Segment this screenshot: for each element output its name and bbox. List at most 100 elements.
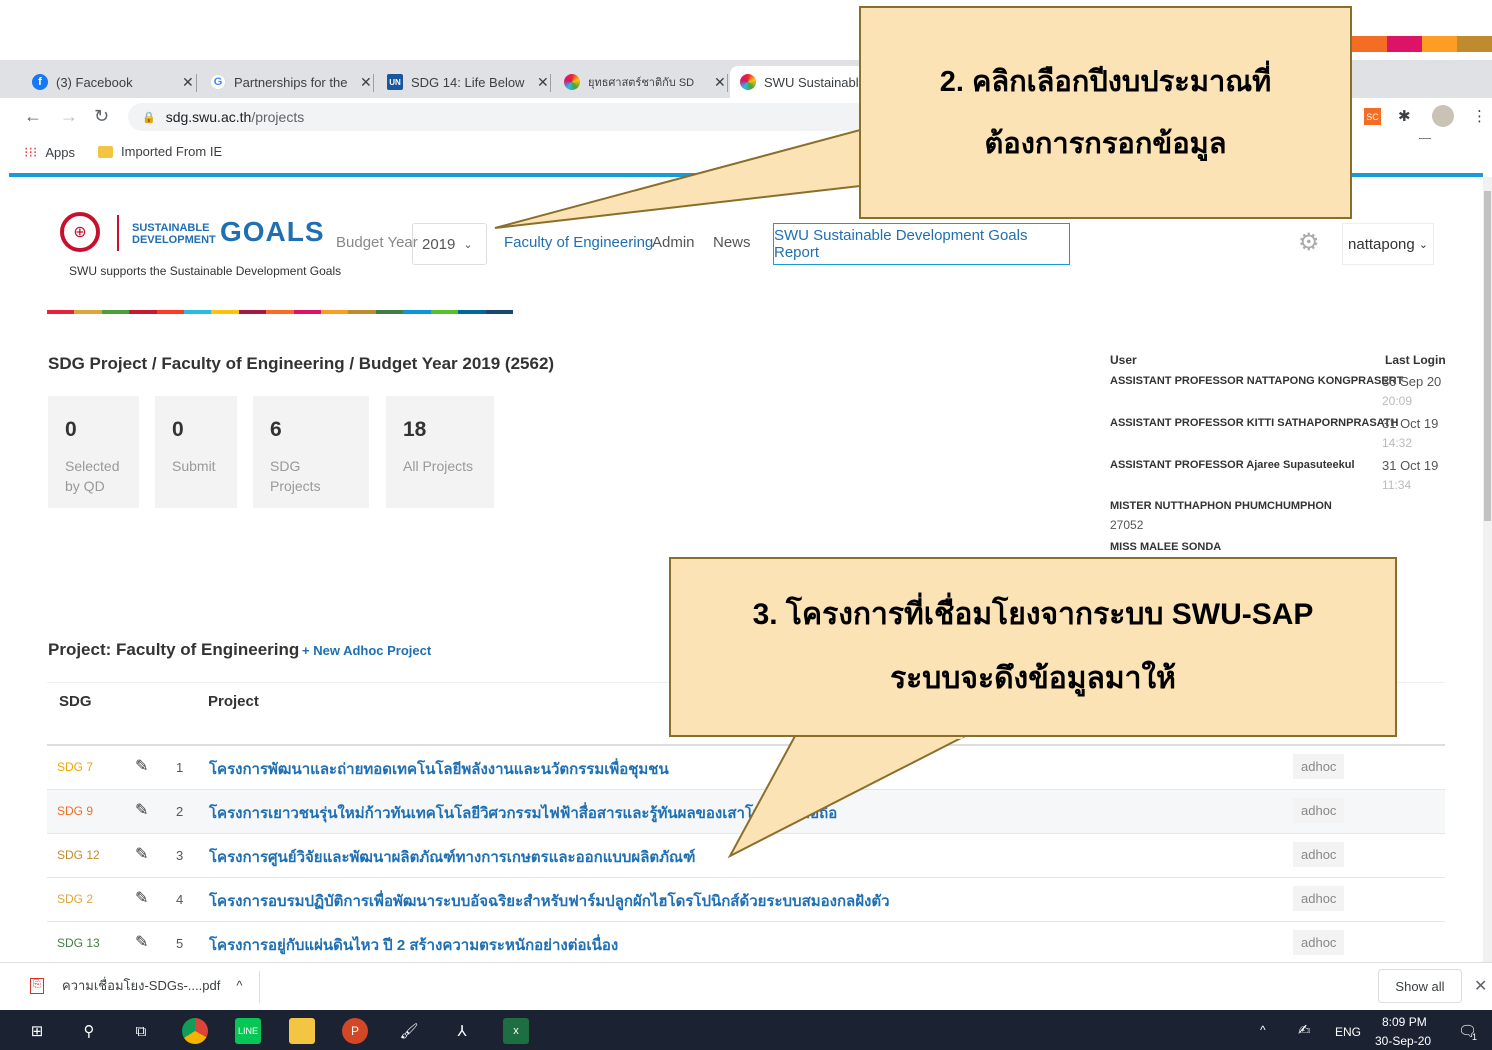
stat-value: 0 xyxy=(65,418,77,441)
pen-tray-icon[interactable]: ✍ xyxy=(1298,1021,1311,1039)
chrome-taskbar-icon[interactable] xyxy=(182,1018,208,1044)
project-type-badge: adhoc xyxy=(1293,754,1345,779)
acrobat-icon[interactable]: ⅄ xyxy=(449,1018,475,1044)
stat-selected-qd[interactable]: 0 Selected by QD xyxy=(48,396,139,508)
project-link[interactable]: โครงการเยาวชนรุ่นใหม่ก้าวทันเทคโนโลยีวิศ… xyxy=(209,801,837,825)
project-type-badge: adhoc xyxy=(1293,842,1345,867)
pencil-icon[interactable]: ✎ xyxy=(135,844,148,864)
nav-news[interactable]: News xyxy=(713,234,751,251)
gear-icon[interactable]: ⚙ xyxy=(1298,228,1320,257)
project-link[interactable]: โครงการพัฒนาและถ่ายทอดเทคโนโลยีพลังงานแล… xyxy=(209,757,669,781)
scrollbar-thumb[interactable] xyxy=(1484,191,1491,521)
callout-linked-projects: 3. โครงการที่เชื่อมโยงจากระบบ SWU-SAP ระ… xyxy=(669,557,1397,737)
project-link[interactable]: โครงการอยู่กับแผ่นดินไหว ปี 2 สร้างความต… xyxy=(209,933,618,957)
stat-sdg-projects[interactable]: 6 SDG Projects xyxy=(253,396,369,508)
apps-grid-icon: ⁝⁝⁝ xyxy=(24,144,38,160)
login-name: ASSISTANT PROFESSOR NATTAPONG KONGPRASER… xyxy=(1110,375,1404,387)
chevron-up-icon[interactable]: ^ xyxy=(236,978,242,993)
close-icon[interactable]: ✕ xyxy=(537,74,549,91)
sdg-logo-text: SUSTAINABLE DEVELOPMENT xyxy=(132,222,216,246)
windows-start-icon[interactable]: ⊞ xyxy=(24,1018,50,1044)
table-row: SDG 7 ✎ 1 โครงการพัฒนาและถ่ายทอดเทคโนโลย… xyxy=(47,746,1445,790)
bookmark-imported[interactable]: Imported From IE xyxy=(98,144,222,159)
pencil-icon[interactable]: ✎ xyxy=(135,932,148,952)
file-explorer-icon[interactable] xyxy=(289,1018,315,1044)
sdg-color-segment xyxy=(238,310,267,314)
pdf-file-icon: ⎘ xyxy=(30,977,44,994)
swu-seal-logo[interactable]: ⊕ xyxy=(60,212,100,252)
taskbar-time[interactable]: 8:09 PM xyxy=(1382,1015,1427,1029)
folder-icon xyxy=(98,145,113,158)
callout-text: ต้องการกรอกข้อมูล xyxy=(984,127,1227,160)
callout-text: ระบบจะดึงข้อมูลมาให้ xyxy=(890,662,1176,695)
sdg-color-segment xyxy=(403,310,431,314)
stat-submit[interactable]: 0 Submit xyxy=(155,396,237,508)
windows-taskbar: ⊞ ⚲ ⧉ LINE P 🖌 ⅄ x ^ ✍ ENG 8:09 PM 30-Se… xyxy=(0,1010,1492,1050)
bookmark-label: Imported From IE xyxy=(121,144,223,159)
lock-icon: 🔒 xyxy=(142,111,156,124)
extension-sc-icon[interactable]: SC xyxy=(1364,108,1381,125)
profile-avatar[interactable] xyxy=(1432,105,1454,127)
stat-value: 6 xyxy=(270,418,282,441)
taskbar-date[interactable]: 30-Sep-20 xyxy=(1375,1034,1431,1048)
tab-partnerships[interactable]: G Partnerships for the ✕ xyxy=(200,66,382,98)
sdg-color-segment xyxy=(184,310,212,314)
sdg-color-segment xyxy=(485,310,513,314)
project-type-badge: adhoc xyxy=(1293,930,1345,955)
menu-kebab-icon[interactable]: ⋮ xyxy=(1472,107,1487,125)
task-view-icon[interactable]: ⧉ xyxy=(128,1018,154,1044)
sdg-report-button[interactable]: SWU Sustainable Development Goals Report xyxy=(773,223,1070,265)
un-icon: UN xyxy=(387,74,403,90)
row-sdg: SDG 2 xyxy=(57,892,94,906)
search-icon[interactable]: ⚲ xyxy=(76,1018,102,1044)
bookmark-apps[interactable]: ⁝⁝⁝ Apps xyxy=(24,144,75,161)
tab-facebook[interactable]: f (3) Facebook ✕ xyxy=(22,66,204,98)
logo-line1: SUSTAINABLE xyxy=(132,222,210,234)
login-date: 31 Oct 19 xyxy=(1382,458,1439,473)
paint-icon[interactable]: 🖌 xyxy=(396,1018,422,1044)
nav-admin[interactable]: Admin xyxy=(652,234,695,251)
download-item[interactable]: ⎘ ความเชื่อมโยง-SDGs-....pdf ^ xyxy=(30,975,242,996)
project-type-badge: adhoc xyxy=(1293,886,1345,911)
goals-logo-text: GOALS xyxy=(220,216,325,247)
excel-icon[interactable]: x xyxy=(503,1018,529,1044)
back-icon[interactable]: ← xyxy=(24,106,42,127)
user-menu[interactable]: nattapong ⌄ xyxy=(1342,223,1434,265)
tray-chevron-up-icon[interactable]: ^ xyxy=(1260,1023,1266,1037)
stat-value: 0 xyxy=(172,418,184,441)
login-name: ASSISTANT PROFESSOR Ajaree Supasuteekul xyxy=(1110,459,1355,471)
tab-sdg14[interactable]: UN SDG 14: Life Below ✕ xyxy=(377,66,559,98)
new-adhoc-project-link[interactable]: + New Adhoc Project xyxy=(302,643,431,658)
table-row: SDG 9 ✎ 2 โครงการเยาวชนรุ่นใหม่ก้าวทันเท… xyxy=(47,790,1445,834)
close-icon[interactable]: ✕ xyxy=(714,74,726,91)
powerpoint-icon[interactable]: P xyxy=(342,1018,368,1044)
table-row: SDG 12 ✎ 3 โครงการศูนย์วิจัยและพัฒนาผลิต… xyxy=(47,834,1445,878)
close-icon[interactable]: ✕ xyxy=(360,74,372,91)
tab-title: ยุทธศาสตร์ชาติกับ SD xyxy=(588,77,695,89)
reload-icon[interactable]: ↻ xyxy=(94,106,109,127)
project-link[interactable]: โครงการศูนย์วิจัยและพัฒนาผลิตภัณฑ์ทางการ… xyxy=(209,845,695,869)
input-language[interactable]: ENG xyxy=(1335,1025,1361,1039)
close-icon[interactable]: ✕ xyxy=(1474,976,1487,996)
pencil-icon[interactable]: ✎ xyxy=(135,888,148,908)
extensions-puzzle-icon[interactable]: ✱ xyxy=(1398,107,1411,125)
row-index: 1 xyxy=(176,760,184,775)
row-index: 4 xyxy=(176,892,184,907)
url-input[interactable]: 🔒 sdg.swu.ac.th/projects xyxy=(128,103,868,131)
tab-strategy[interactable]: ยุทธศาสตร์ชาติกับ SD ✕ xyxy=(554,66,736,98)
nav-faculty[interactable]: Faculty of Engineering xyxy=(504,234,653,251)
close-icon[interactable]: ✕ xyxy=(182,74,194,91)
budget-year-select[interactable]: 2019 ⌄ xyxy=(412,223,487,265)
sdg-color-segment xyxy=(129,310,157,314)
col-header-project: Project xyxy=(208,693,259,710)
budget-year-label: Budget Year xyxy=(336,234,418,251)
show-all-button[interactable]: Show all xyxy=(1378,969,1462,1003)
page-scrollbar[interactable] xyxy=(1483,177,1492,962)
stat-all-projects[interactable]: 18 All Projects xyxy=(386,396,494,508)
forward-icon[interactable]: → xyxy=(60,106,78,127)
pencil-icon[interactable]: ✎ xyxy=(135,756,148,776)
line-app-icon[interactable]: LINE xyxy=(235,1018,261,1044)
pencil-icon[interactable]: ✎ xyxy=(135,800,148,820)
project-link[interactable]: โครงการอบรมปฏิบัติการเพื่อพัฒนาระบบอัจฉร… xyxy=(209,889,890,913)
tab-title: SDG 14: Life Below xyxy=(411,74,525,90)
